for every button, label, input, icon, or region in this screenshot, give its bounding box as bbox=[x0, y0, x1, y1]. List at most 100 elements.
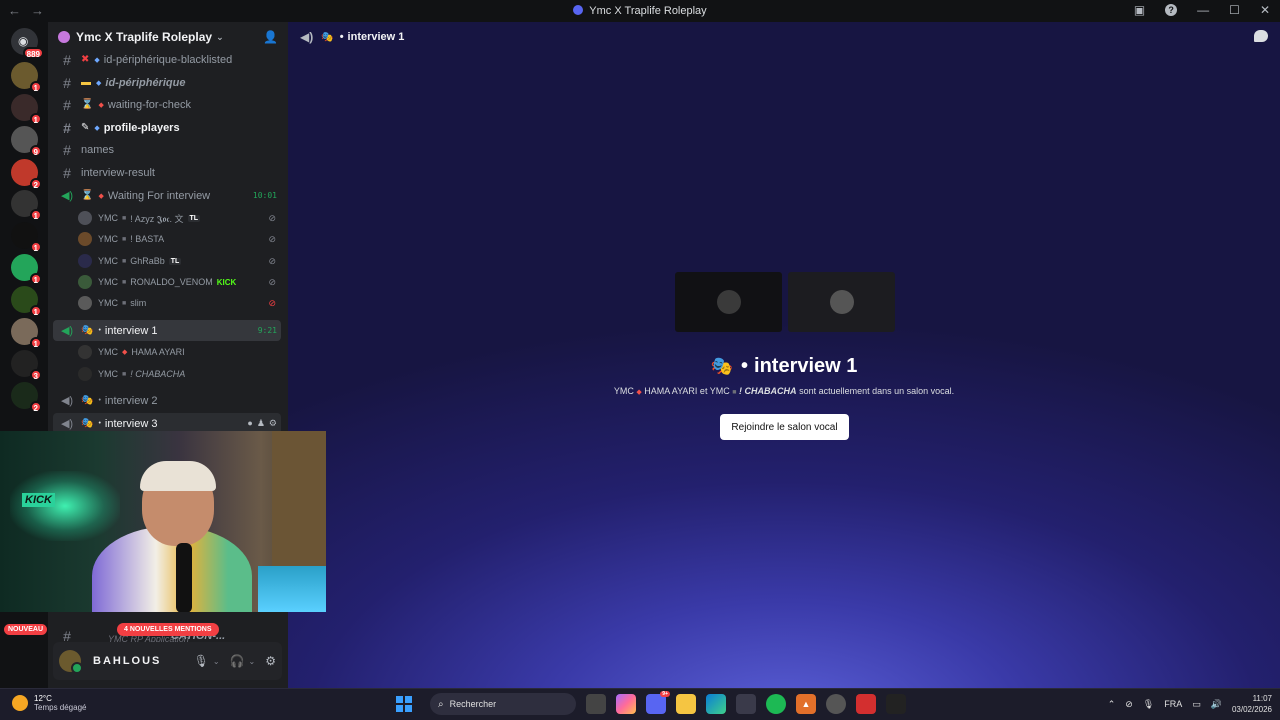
taskbar-search[interactable]: ⌕ Rechercher bbox=[430, 693, 576, 715]
server-icon[interactable]: 1 bbox=[11, 222, 42, 253]
voice-user[interactable]: YMC ■ slim ⊘ bbox=[78, 293, 276, 313]
taskbar: 12°C Temps dégagé ⌕ Rechercher 9+ ▲ ⌃ ⊘ 🎙… bbox=[0, 688, 1280, 720]
chat-bubble-icon[interactable] bbox=[1254, 30, 1268, 42]
file-explorer-icon[interactable] bbox=[676, 694, 696, 714]
edge-icon[interactable] bbox=[706, 694, 726, 714]
voice-user[interactable]: YMC ■! CHABACHA bbox=[78, 364, 276, 384]
participant-tiles bbox=[675, 272, 895, 332]
channel-name: interview 1 bbox=[347, 31, 405, 43]
kick-tag: KICK bbox=[216, 277, 237, 287]
discord-home-icon: ◉ bbox=[18, 34, 29, 48]
title-bar: ← → Ymc X Traplife Roleplay ▣ ? — ☐ ✕ bbox=[0, 0, 1280, 22]
gear-icon[interactable]: ⚙ bbox=[265, 654, 276, 668]
channel-controls: ● ♟ ⚙ bbox=[247, 418, 277, 429]
discord-taskbar-icon[interactable]: 9+ bbox=[646, 691, 670, 714]
spotify-icon[interactable] bbox=[766, 694, 786, 714]
user-controls: 🎙 ⌄ 🎧 ⌄ ⚙ bbox=[194, 654, 276, 668]
theater-masks-icon: 🎭 bbox=[81, 418, 94, 429]
home-button[interactable]: ◉ 889 bbox=[11, 28, 44, 59]
weather-widget[interactable]: 12°C Temps dégagé bbox=[12, 694, 86, 712]
cross-icon: ✖ bbox=[81, 54, 90, 65]
maximize-button[interactable]: ☐ bbox=[1229, 3, 1240, 17]
server-icon[interactable]: 1 bbox=[11, 286, 42, 317]
voice-user[interactable]: YMC ◆ HAMA AYARI bbox=[78, 342, 276, 362]
voice-channel-interview-1[interactable]: ◀) 🎭 • interview 1 9:21 bbox=[53, 320, 281, 341]
guild-header[interactable]: Ymc X Traplife Roleplay ⌄ 👤 bbox=[48, 22, 288, 52]
participant-tile[interactable] bbox=[675, 272, 782, 332]
vlc-icon[interactable]: ▲ bbox=[796, 694, 816, 714]
avatar bbox=[829, 290, 854, 314]
task-view-icon[interactable] bbox=[586, 694, 606, 714]
channel-interview-result[interactable]: # interview-result bbox=[53, 162, 281, 183]
voice-user[interactable]: YMC ■! Azyz 𝕵𝖔𝖈. 文 TL ⊘ bbox=[78, 208, 276, 228]
microphone-icon[interactable]: 🎙 bbox=[1143, 699, 1154, 710]
hash-icon: # bbox=[63, 141, 71, 158]
chevron-up-icon[interactable]: ⌃ bbox=[1108, 699, 1116, 710]
mentions-pill[interactable]: 4 NOUVELLES MENTIONS bbox=[117, 623, 219, 636]
server-badge: 1 bbox=[29, 273, 42, 285]
server-icon[interactable]: 3 bbox=[11, 350, 42, 381]
speaker-icon: ◀) bbox=[60, 190, 74, 202]
deafened-icon: ⊘ bbox=[268, 233, 276, 244]
network-icon[interactable]: ⊘ bbox=[1125, 699, 1133, 710]
username[interactable]: BAHLOUS bbox=[93, 655, 161, 667]
avatar[interactable] bbox=[59, 650, 83, 674]
participant-tile[interactable] bbox=[788, 272, 895, 332]
system-tray: ⌃ ⊘ 🎙 FRA ▭ 🔊 11:07 03/02/2026 bbox=[1108, 693, 1272, 715]
chat-icon[interactable]: ● bbox=[247, 418, 252, 429]
help-icon[interactable]: ? bbox=[1165, 4, 1178, 16]
channel-id-peripherique-blacklisted[interactable]: # ✖ ◆ id-périphérique-blacklisted bbox=[53, 49, 281, 70]
invite-icon[interactable]: ♟ bbox=[257, 418, 265, 429]
voice-user[interactable]: YMC ■! BASTA ⊘ bbox=[78, 229, 276, 249]
close-button[interactable]: ✕ bbox=[1260, 3, 1270, 17]
store-icon[interactable] bbox=[736, 694, 756, 714]
copilot-icon[interactable] bbox=[616, 694, 636, 714]
channel-profile-players[interactable]: # ✎ ◆ profile-players bbox=[53, 117, 281, 138]
avatar bbox=[78, 232, 92, 246]
server-icon[interactable]: 1 bbox=[11, 254, 42, 285]
channel-names[interactable]: # names bbox=[53, 139, 281, 160]
voice-user[interactable]: YMC ■ RONALDO_VENOM KICK ⊘ bbox=[78, 272, 276, 292]
avatar bbox=[78, 345, 92, 359]
microphone-icon[interactable]: 🎙 bbox=[194, 654, 209, 668]
server-icon[interactable]: 1 bbox=[11, 318, 42, 349]
server-icon[interactable]: 1 bbox=[11, 190, 42, 221]
folder-icon: ▬ bbox=[81, 77, 91, 88]
monitor-icon[interactable]: ▭ bbox=[1192, 699, 1201, 710]
hourglass-icon: ⌛ bbox=[81, 99, 94, 110]
join-voice-button[interactable]: Rejoindre le salon vocal bbox=[720, 414, 849, 440]
avatar bbox=[78, 254, 92, 268]
user-panel: BAHLOUS 🎙 ⌄ 🎧 ⌄ ⚙ bbox=[53, 642, 282, 680]
invite-people-icon[interactable]: 👤 bbox=[263, 30, 278, 44]
server-icon[interactable]: 1 bbox=[11, 62, 42, 93]
channel-waiting-for-check[interactable]: # ⌛ ◆ waiting-for-check bbox=[53, 94, 281, 115]
server-icon[interactable]: 2 bbox=[11, 159, 42, 190]
speaker-icon: ◀) bbox=[60, 395, 74, 407]
volume-icon[interactable]: 🔊 bbox=[1211, 699, 1222, 710]
inbox-icon[interactable]: ▣ bbox=[1134, 3, 1145, 17]
chevron-down-icon[interactable]: ⌄ bbox=[213, 657, 220, 666]
obs-icon[interactable] bbox=[826, 694, 846, 714]
server-icon[interactable]: 9 bbox=[11, 126, 42, 157]
voice-title: 🎭 • interview 1 bbox=[710, 355, 858, 377]
chevron-down-icon[interactable]: ⌄ bbox=[249, 657, 256, 666]
voice-user[interactable]: YMC ■ GhRaBb TL ⊘ bbox=[78, 251, 276, 271]
headphones-icon[interactable]: 🎧 bbox=[230, 654, 245, 668]
new-pill[interactable]: NOUVEAU bbox=[4, 624, 48, 635]
search-icon: ⌕ bbox=[438, 698, 444, 710]
windows-start-icon[interactable] bbox=[396, 696, 412, 712]
voice-channel-waiting-for-interview[interactable]: ◀) ⌛ ◆ Waiting For interview 10:01 bbox=[53, 185, 281, 206]
minimize-button[interactable]: — bbox=[1197, 3, 1209, 17]
channel-id-peripherique[interactable]: # ▬ ◆ id-périphérique bbox=[53, 72, 281, 93]
server-icon[interactable]: 1 bbox=[11, 94, 42, 125]
channel-header: ◀) 🎭 • interview 1 bbox=[288, 22, 1280, 52]
app-icon[interactable] bbox=[856, 694, 876, 714]
server-badge: 1 bbox=[29, 305, 42, 317]
language-indicator[interactable]: FRA bbox=[1164, 699, 1182, 709]
app-icon[interactable] bbox=[886, 694, 906, 714]
door bbox=[272, 431, 326, 581]
server-icon[interactable]: 2 bbox=[11, 382, 42, 413]
voice-channel-interview-2[interactable]: ◀) 🎭 • interview 2 bbox=[53, 390, 281, 411]
clock[interactable]: 11:07 03/02/2026 bbox=[1232, 693, 1272, 715]
gear-icon[interactable]: ⚙ bbox=[269, 418, 277, 429]
